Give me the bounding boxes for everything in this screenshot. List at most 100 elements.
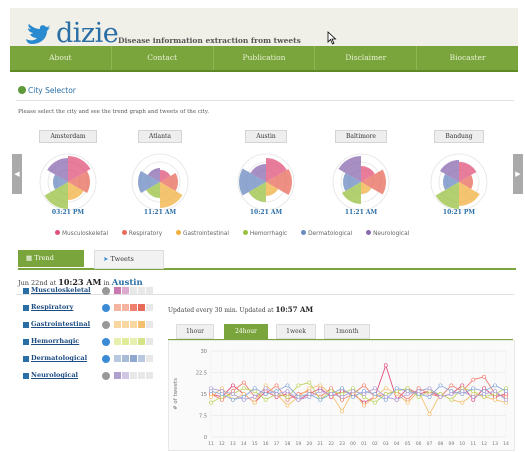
tab-tweets[interactable]: ➤ Tweets bbox=[94, 250, 164, 269]
x-tick-label: 13 bbox=[492, 441, 498, 447]
level-square bbox=[130, 304, 137, 311]
y-axis-label: # of tweets bbox=[173, 378, 179, 410]
nav-biocaster[interactable]: Biocaster bbox=[417, 46, 518, 70]
level-square bbox=[138, 355, 145, 362]
tagline: Disease information extraction from twee… bbox=[118, 36, 301, 45]
twitter-icon[interactable] bbox=[102, 338, 110, 346]
data-point bbox=[427, 412, 432, 417]
city-time: 11:21 AM bbox=[143, 209, 177, 216]
period-1week-button[interactable]: 1week bbox=[276, 324, 316, 339]
y-tick-label: 7.5 bbox=[199, 414, 207, 420]
level-square bbox=[114, 338, 121, 345]
level-square bbox=[130, 372, 137, 379]
x-tick-label: 20 bbox=[306, 441, 312, 447]
level-square bbox=[114, 372, 121, 379]
legend-label: Neurological bbox=[373, 231, 410, 237]
update-info: Updated every 30 min. Updated at 10:57 A… bbox=[168, 305, 314, 314]
level-square bbox=[130, 321, 137, 328]
x-tick-label: 08 bbox=[438, 441, 444, 447]
twitter-icon[interactable] bbox=[102, 287, 110, 295]
data-point bbox=[230, 397, 235, 402]
twitter-icon[interactable] bbox=[102, 304, 110, 312]
data-point bbox=[482, 374, 487, 379]
mouse-cursor-icon bbox=[327, 31, 337, 45]
disease-info-icon[interactable] bbox=[23, 356, 29, 362]
disease-name-link[interactable]: Hemorrhagic bbox=[31, 337, 79, 345]
data-point bbox=[285, 403, 290, 408]
disease-name-link[interactable]: Respiratory bbox=[31, 303, 73, 311]
city-atlanta[interactable]: Atlanta bbox=[125, 130, 195, 143]
page: dizie Disease information extraction fro… bbox=[0, 0, 525, 451]
legend-dot bbox=[242, 230, 248, 235]
period-1hour-button[interactable]: 1hour bbox=[176, 324, 214, 339]
city-baltimore[interactable]: Baltimore bbox=[326, 130, 396, 143]
twitter-icon[interactable] bbox=[102, 355, 110, 363]
level-square bbox=[146, 287, 153, 294]
data-point bbox=[241, 397, 246, 402]
nav-about[interactable]: About bbox=[10, 46, 112, 70]
city-instructions: Please select the city and see the trend… bbox=[18, 109, 210, 115]
disease-info-icon[interactable] bbox=[23, 305, 29, 311]
level-square bbox=[146, 304, 153, 311]
nav-contact[interactable]: Contact bbox=[112, 46, 214, 70]
city-austin[interactable]: Austin bbox=[231, 130, 301, 143]
data-point bbox=[209, 386, 213, 391]
x-tick-label: 17 bbox=[274, 441, 280, 447]
level-square bbox=[122, 338, 129, 345]
rose-chart bbox=[237, 153, 295, 211]
x-tick-label: 03 bbox=[383, 441, 389, 447]
data-point bbox=[307, 394, 312, 399]
period-1month-button[interactable]: 1month bbox=[324, 324, 370, 339]
level-square bbox=[122, 304, 129, 311]
data-point bbox=[449, 397, 454, 402]
level-square bbox=[138, 372, 145, 379]
city-button[interactable]: Atlanta bbox=[138, 130, 182, 143]
city-button[interactable]: Bandung bbox=[434, 130, 484, 143]
legend-label: Musculoskeletal bbox=[62, 231, 109, 237]
level-square bbox=[146, 355, 153, 362]
twitter-icon[interactable] bbox=[102, 372, 110, 380]
x-tick-label: 06 bbox=[416, 441, 422, 447]
x-tick-label: 11 bbox=[470, 441, 476, 447]
city-button[interactable]: Amsterdam bbox=[39, 130, 97, 143]
nav-publication[interactable]: Publication bbox=[214, 46, 316, 70]
disease-info-icon[interactable] bbox=[23, 373, 29, 379]
disease-name-link[interactable]: Musculoskeletal bbox=[31, 286, 91, 294]
data-point bbox=[351, 389, 355, 394]
legend-dot bbox=[175, 230, 181, 235]
disease-name-link[interactable]: Gastrointestinal bbox=[31, 320, 90, 328]
city-button[interactable]: Baltimore bbox=[335, 130, 387, 143]
x-tick-label: 00 bbox=[350, 441, 356, 447]
city-bandung[interactable]: Bandung bbox=[424, 130, 494, 143]
logo-text[interactable]: dizie bbox=[56, 18, 119, 49]
twitter-icon[interactable] bbox=[102, 321, 110, 329]
city-time: 10:21 AM bbox=[249, 209, 283, 216]
disease-name-link[interactable]: Neurological bbox=[31, 371, 78, 379]
x-tick-label: 11 bbox=[208, 441, 214, 447]
disease-info-icon[interactable] bbox=[23, 322, 29, 328]
data-point bbox=[493, 389, 498, 394]
disease-info-icon[interactable] bbox=[23, 339, 29, 345]
city-amsterdam[interactable]: Amsterdam bbox=[33, 130, 103, 143]
level-square bbox=[122, 372, 129, 379]
x-tick-label: 22 bbox=[328, 441, 334, 447]
legend-label: Respiratory bbox=[128, 231, 163, 237]
tab-trend-graph[interactable]: ▦ Trend Graph bbox=[18, 250, 84, 279]
city-button[interactable]: Austin bbox=[245, 130, 287, 143]
data-point bbox=[263, 386, 268, 391]
disease-info-icon[interactable] bbox=[23, 288, 29, 294]
rose-chart bbox=[39, 153, 97, 211]
period-24hour-button[interactable]: 24hour bbox=[224, 324, 268, 339]
disease-row[interactable]: Musculoskeletal bbox=[23, 286, 193, 298]
x-tick-label: 10 bbox=[459, 441, 465, 447]
data-point bbox=[340, 386, 345, 391]
data-point bbox=[307, 386, 312, 391]
nav-disclaimer[interactable]: Disclaimer bbox=[315, 46, 418, 70]
disease-name-link[interactable]: Dermatological bbox=[31, 354, 87, 362]
trend-chart-box: 0 7.5 15 22.5 30 11 12 13 14 15 16 17 18 19 20 21 22 23 00… bbox=[168, 340, 515, 451]
x-tick-label: 12 bbox=[481, 441, 487, 447]
data-point bbox=[493, 397, 498, 402]
data-point bbox=[340, 394, 345, 399]
data-point bbox=[482, 392, 487, 396]
level-square bbox=[130, 338, 137, 345]
